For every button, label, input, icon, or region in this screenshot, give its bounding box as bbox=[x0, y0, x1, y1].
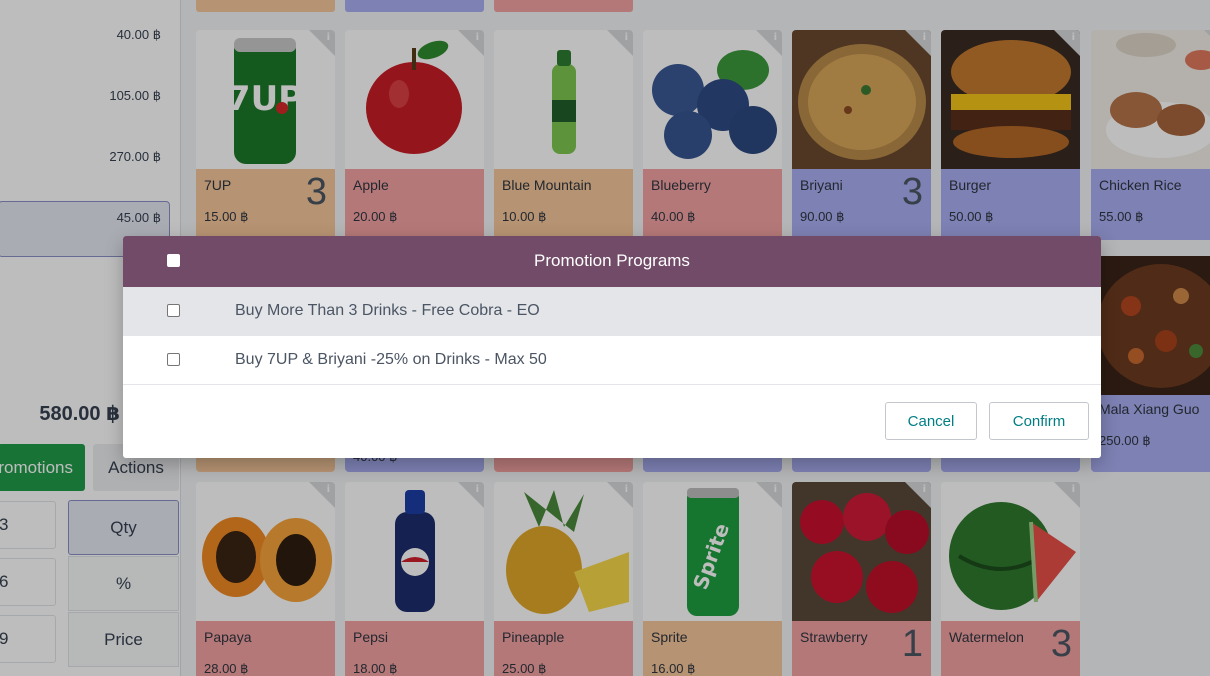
dialog-title: Promotion Programs bbox=[534, 251, 690, 270]
program-label: Buy More Than 3 Drinks - Free Cobra - EO bbox=[235, 302, 540, 319]
program-checkbox[interactable] bbox=[167, 353, 180, 366]
confirm-button[interactable]: Confirm bbox=[989, 402, 1089, 440]
program-row[interactable]: Buy 7UP & Briyani -25% on Drinks - Max 5… bbox=[123, 336, 1101, 385]
program-checkbox[interactable] bbox=[167, 304, 180, 317]
program-label: Buy 7UP & Briyani -25% on Drinks - Max 5… bbox=[235, 351, 547, 368]
promotion-programs-dialog: Promotion Programs Buy More Than 3 Drink… bbox=[123, 236, 1101, 458]
dialog-header: Promotion Programs bbox=[123, 236, 1101, 287]
cancel-button[interactable]: Cancel bbox=[885, 402, 977, 440]
program-row[interactable]: Buy More Than 3 Drinks - Free Cobra - EO bbox=[123, 287, 1101, 336]
